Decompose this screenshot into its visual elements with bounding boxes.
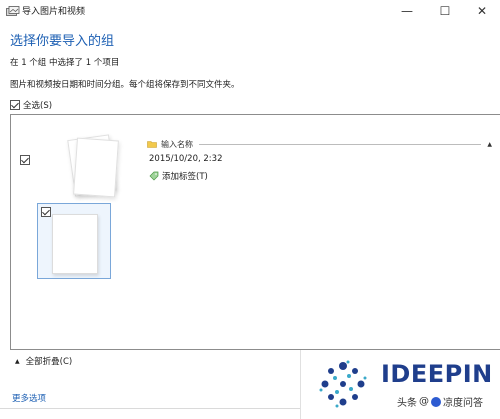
group-name-field[interactable]: 输入名称 — [161, 139, 193, 150]
group-divider — [199, 143, 482, 145]
watermark-brand: IDEEPIN — [381, 360, 493, 388]
ideepin-logo-icon — [319, 360, 367, 408]
watermark-avatar-icon — [431, 396, 441, 407]
watermark-author: 凉度问答 — [443, 398, 483, 409]
photos-app-icon — [6, 6, 20, 16]
checkbox-checked-icon — [10, 100, 20, 110]
import-group-list[interactable]: 输入名称 ▲ 2015/10/20, 2:32 添加标签(T) — [10, 114, 500, 350]
watermark: IDEEPIN 头条 @ 凉度问答 — [300, 350, 500, 419]
more-options-link[interactable]: 更多选项 — [12, 392, 46, 404]
chevron-up-icon: ▲ — [15, 357, 20, 365]
import-item-tile[interactable] — [37, 203, 111, 279]
group-date: 2015/10/20, 2:32 — [149, 154, 223, 164]
select-all-label: 全选(S) — [23, 101, 53, 111]
folder-icon — [147, 141, 157, 148]
watermark-source: 头条 — [397, 398, 417, 409]
watermark-credit: 头条 @ 凉度问答 — [397, 394, 483, 409]
chevron-up-icon[interactable]: ▲ — [487, 141, 492, 148]
minimize-button[interactable]: — — [392, 0, 422, 22]
group-header: 输入名称 ▲ — [147, 138, 492, 150]
group-thumbnail-stack — [63, 131, 123, 201]
title-bar: 导入图片和视频 — ☐ ✕ — [0, 0, 500, 22]
add-tag-label: 添加标签(T) — [162, 172, 208, 182]
collapse-all-button[interactable]: ▲ 全部折叠(C) — [15, 355, 72, 367]
maximize-button[interactable]: ☐ — [430, 0, 460, 22]
window-title: 导入图片和视频 — [22, 7, 86, 17]
close-button[interactable]: ✕ — [467, 0, 497, 22]
item-thumbnail — [52, 214, 98, 274]
group-checkbox[interactable] — [20, 155, 30, 165]
watermark-at: @ — [419, 396, 429, 407]
thumbnail-page — [73, 137, 119, 198]
select-all-checkbox[interactable]: 全选(S) — [10, 99, 52, 111]
page-title: 选择你要导入的组 — [10, 34, 115, 49]
add-tag-icon — [149, 171, 159, 181]
grouping-description: 图片和视频按日期和时间分组。每个组将保存到不同文件夹。 — [10, 80, 240, 90]
collapse-all-label: 全部折叠(C) — [25, 357, 73, 367]
selection-summary: 在 1 个组 中选择了 1 个项目 — [10, 58, 120, 68]
add-tag-button[interactable]: 添加标签(T) — [149, 170, 208, 182]
item-checkbox[interactable] — [41, 207, 51, 217]
